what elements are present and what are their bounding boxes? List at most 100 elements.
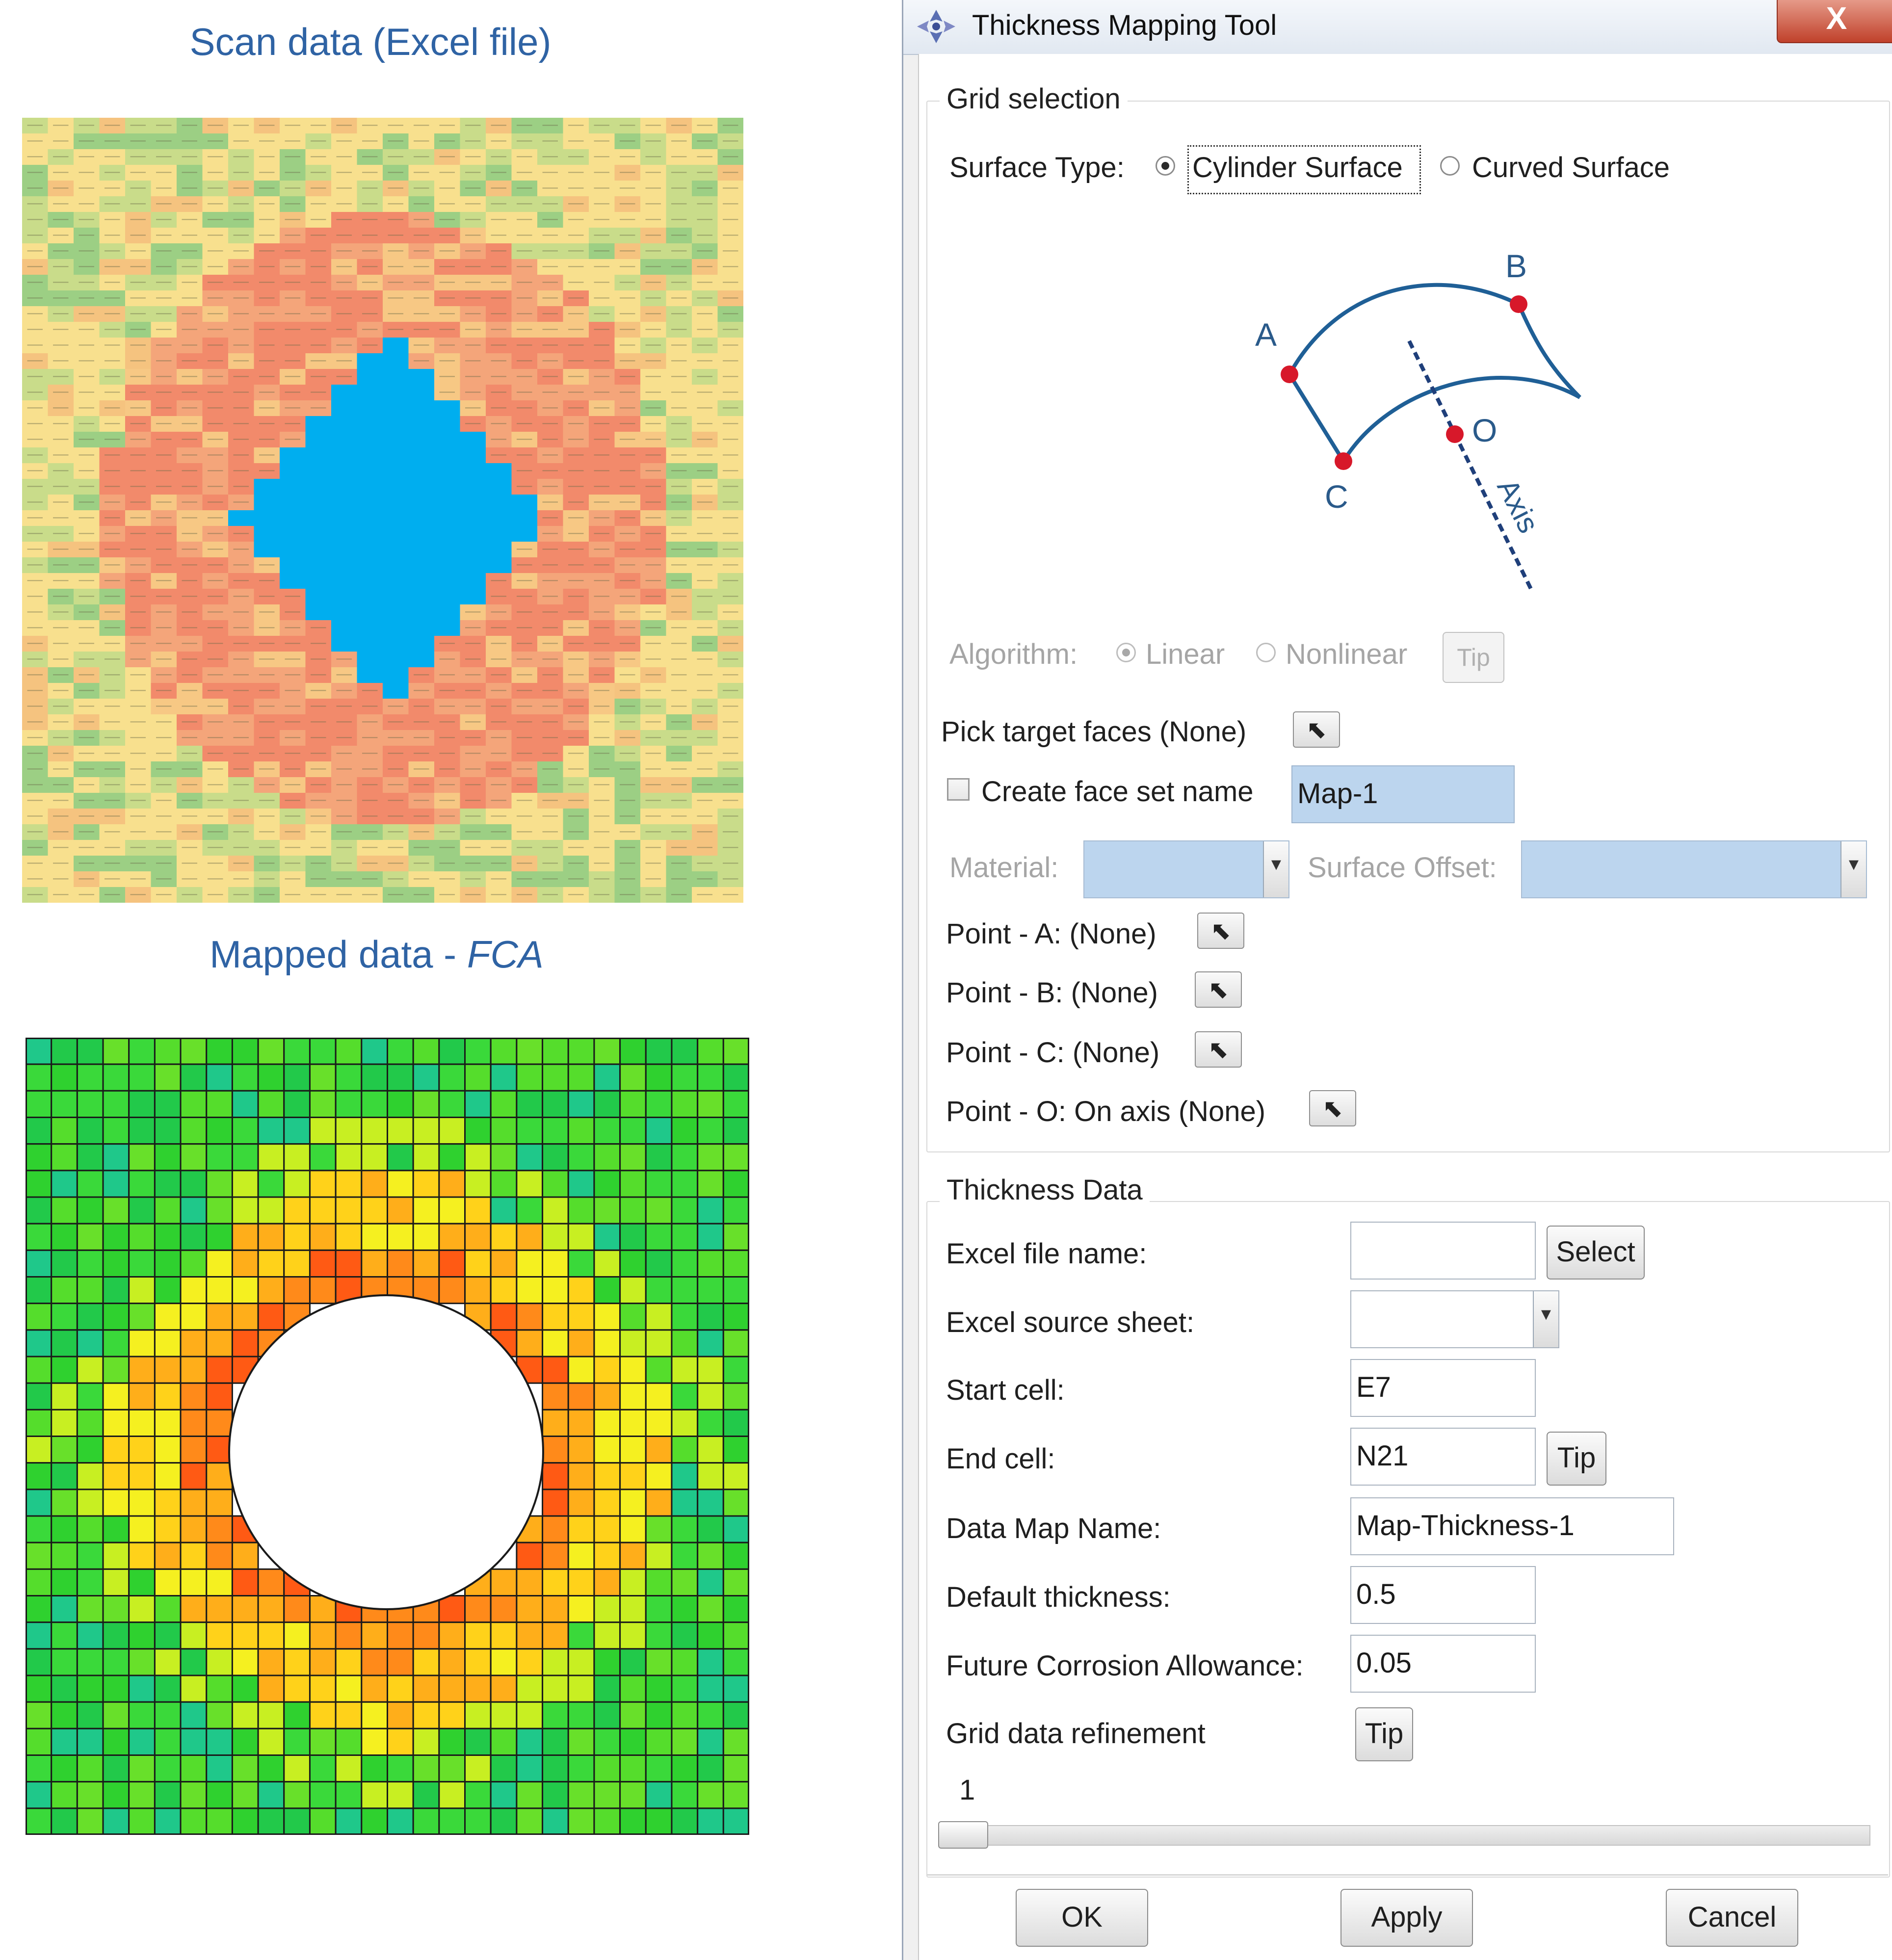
mesh-element bbox=[438, 1621, 466, 1650]
ok-button[interactable]: OK bbox=[1016, 1889, 1148, 1947]
pick-point-o-button[interactable]: ⬉ bbox=[1309, 1090, 1356, 1126]
mapped-data-caption: Mapped data - FCA bbox=[20, 932, 734, 977]
mesh-element bbox=[309, 1621, 337, 1650]
scan-cell bbox=[305, 604, 332, 621]
scan-cell-text-mark bbox=[233, 847, 249, 848]
scan-cell-text-mark bbox=[542, 627, 558, 628]
mesh-element bbox=[26, 1409, 53, 1437]
scan-cell-text-mark bbox=[336, 768, 352, 770]
end-cell-field[interactable]: N21 bbox=[1350, 1428, 1536, 1486]
scan-cell-text-mark bbox=[568, 611, 584, 613]
scan-cell bbox=[434, 479, 460, 495]
mesh-element bbox=[335, 1727, 363, 1756]
mesh-element bbox=[51, 1781, 78, 1809]
scan-cell-text-mark bbox=[594, 329, 609, 330]
scan-cell-text-mark bbox=[491, 894, 506, 895]
face-set-name-field[interactable]: Map-1 bbox=[1291, 765, 1515, 823]
cylinder-surface-radio[interactable] bbox=[1156, 156, 1175, 176]
scan-cell bbox=[511, 495, 538, 511]
scan-cell-text-mark bbox=[105, 847, 120, 848]
scan-cell-text-mark bbox=[130, 219, 146, 220]
scan-cell-text-mark bbox=[182, 140, 197, 142]
mesh-element bbox=[309, 1701, 337, 1729]
scan-cell-text-mark bbox=[233, 564, 249, 566]
scan-cell-text-mark bbox=[285, 847, 300, 848]
mesh-element bbox=[464, 1754, 492, 1783]
close-button[interactable]: X bbox=[1777, 0, 1892, 43]
scan-cell bbox=[357, 479, 383, 495]
nonlinear-radio[interactable] bbox=[1256, 643, 1276, 662]
pick-point-c-button[interactable]: ⬉ bbox=[1195, 1031, 1242, 1068]
scan-cell bbox=[357, 667, 383, 683]
cylinder-surface-label[interactable]: Cylinder Surface bbox=[1192, 151, 1403, 184]
curved-surface-radio[interactable] bbox=[1440, 156, 1460, 176]
mesh-element bbox=[567, 1117, 595, 1145]
mesh-element bbox=[309, 1754, 337, 1783]
pick-point-a-button[interactable]: ⬉ bbox=[1197, 913, 1244, 949]
scan-cell-text-mark bbox=[594, 800, 609, 801]
mesh-element bbox=[593, 1462, 621, 1490]
mesh-element bbox=[619, 1170, 647, 1198]
scan-cell-text-mark bbox=[233, 266, 249, 267]
scan-cell-text-mark bbox=[130, 737, 146, 738]
excel-file-field[interactable] bbox=[1350, 1222, 1536, 1280]
mesh-element bbox=[51, 1382, 78, 1411]
linear-label[interactable]: Linear bbox=[1146, 638, 1225, 671]
end-cell-tip-button[interactable]: Tip bbox=[1547, 1432, 1606, 1486]
mesh-element bbox=[619, 1356, 647, 1384]
nonlinear-label[interactable]: Nonlinear bbox=[1286, 638, 1407, 671]
mesh-element bbox=[490, 1621, 518, 1650]
refinement-slider-thumb[interactable] bbox=[938, 1821, 988, 1849]
scan-cell-text-mark bbox=[105, 533, 120, 534]
mesh-element bbox=[26, 1621, 53, 1650]
cancel-button[interactable]: Cancel bbox=[1666, 1889, 1798, 1947]
scan-cell-text-mark bbox=[542, 423, 558, 424]
excel-file-label: Excel file name: bbox=[946, 1238, 1147, 1270]
mesh-element bbox=[722, 1621, 749, 1650]
linear-radio[interactable] bbox=[1116, 643, 1136, 662]
scan-cell-text-mark bbox=[182, 721, 197, 723]
mesh-element bbox=[206, 1409, 233, 1437]
pick-point-b-button[interactable]: ⬉ bbox=[1195, 971, 1242, 1008]
pick-target-faces-button[interactable]: ⬉ bbox=[1293, 711, 1340, 748]
grid-refinement-tip-button[interactable]: Tip bbox=[1355, 1707, 1413, 1761]
default-thickness-field[interactable]: 0.5 bbox=[1350, 1566, 1536, 1624]
scan-cell-text-mark bbox=[233, 297, 249, 299]
mesh-element bbox=[567, 1038, 595, 1065]
scan-cell-text-mark bbox=[620, 862, 635, 864]
surface-offset-select[interactable]: ▼ bbox=[1521, 840, 1867, 898]
mesh-element bbox=[309, 1807, 337, 1835]
scan-cell-text-mark bbox=[671, 784, 687, 785]
curved-surface-label[interactable]: Curved Surface bbox=[1472, 151, 1670, 184]
fca-field[interactable]: 0.05 bbox=[1350, 1635, 1536, 1693]
scan-cell-text-mark bbox=[27, 768, 43, 770]
scan-cell-text-mark bbox=[156, 894, 172, 895]
mesh-element bbox=[128, 1807, 156, 1835]
material-select[interactable]: ▼ bbox=[1083, 840, 1289, 898]
scan-cell-text-mark bbox=[208, 596, 223, 597]
algorithm-tip-button[interactable]: Tip bbox=[1443, 632, 1504, 683]
scan-cell-text-mark bbox=[645, 156, 661, 157]
start-cell-field[interactable]: E7 bbox=[1350, 1359, 1536, 1417]
source-sheet-select[interactable]: ▼ bbox=[1350, 1290, 1559, 1348]
scan-cell-text-mark bbox=[594, 627, 609, 628]
mesh-element bbox=[516, 1754, 544, 1783]
scan-cell-text-mark bbox=[182, 344, 197, 346]
scan-cell-text-mark bbox=[130, 658, 146, 660]
create-face-set-checkbox[interactable] bbox=[947, 778, 970, 801]
data-map-name-field[interactable]: Map-Thickness-1 bbox=[1350, 1497, 1674, 1555]
scan-cell-text-mark bbox=[620, 784, 635, 785]
mesh-element bbox=[490, 1117, 518, 1145]
apply-button[interactable]: Apply bbox=[1340, 1889, 1473, 1947]
mesh-element bbox=[593, 1674, 621, 1703]
scan-cell-text-mark bbox=[182, 282, 197, 283]
scan-cell bbox=[460, 589, 486, 605]
mesh-element bbox=[102, 1436, 130, 1464]
scan-cell-text-mark bbox=[697, 376, 712, 377]
scan-cell-text-mark bbox=[27, 878, 43, 880]
refinement-slider-track[interactable] bbox=[938, 1825, 1870, 1846]
scan-cell-text-mark bbox=[620, 250, 635, 252]
mesh-element bbox=[722, 1542, 749, 1570]
select-file-button[interactable]: Select bbox=[1547, 1226, 1645, 1280]
scan-cell-text-mark bbox=[517, 313, 532, 314]
